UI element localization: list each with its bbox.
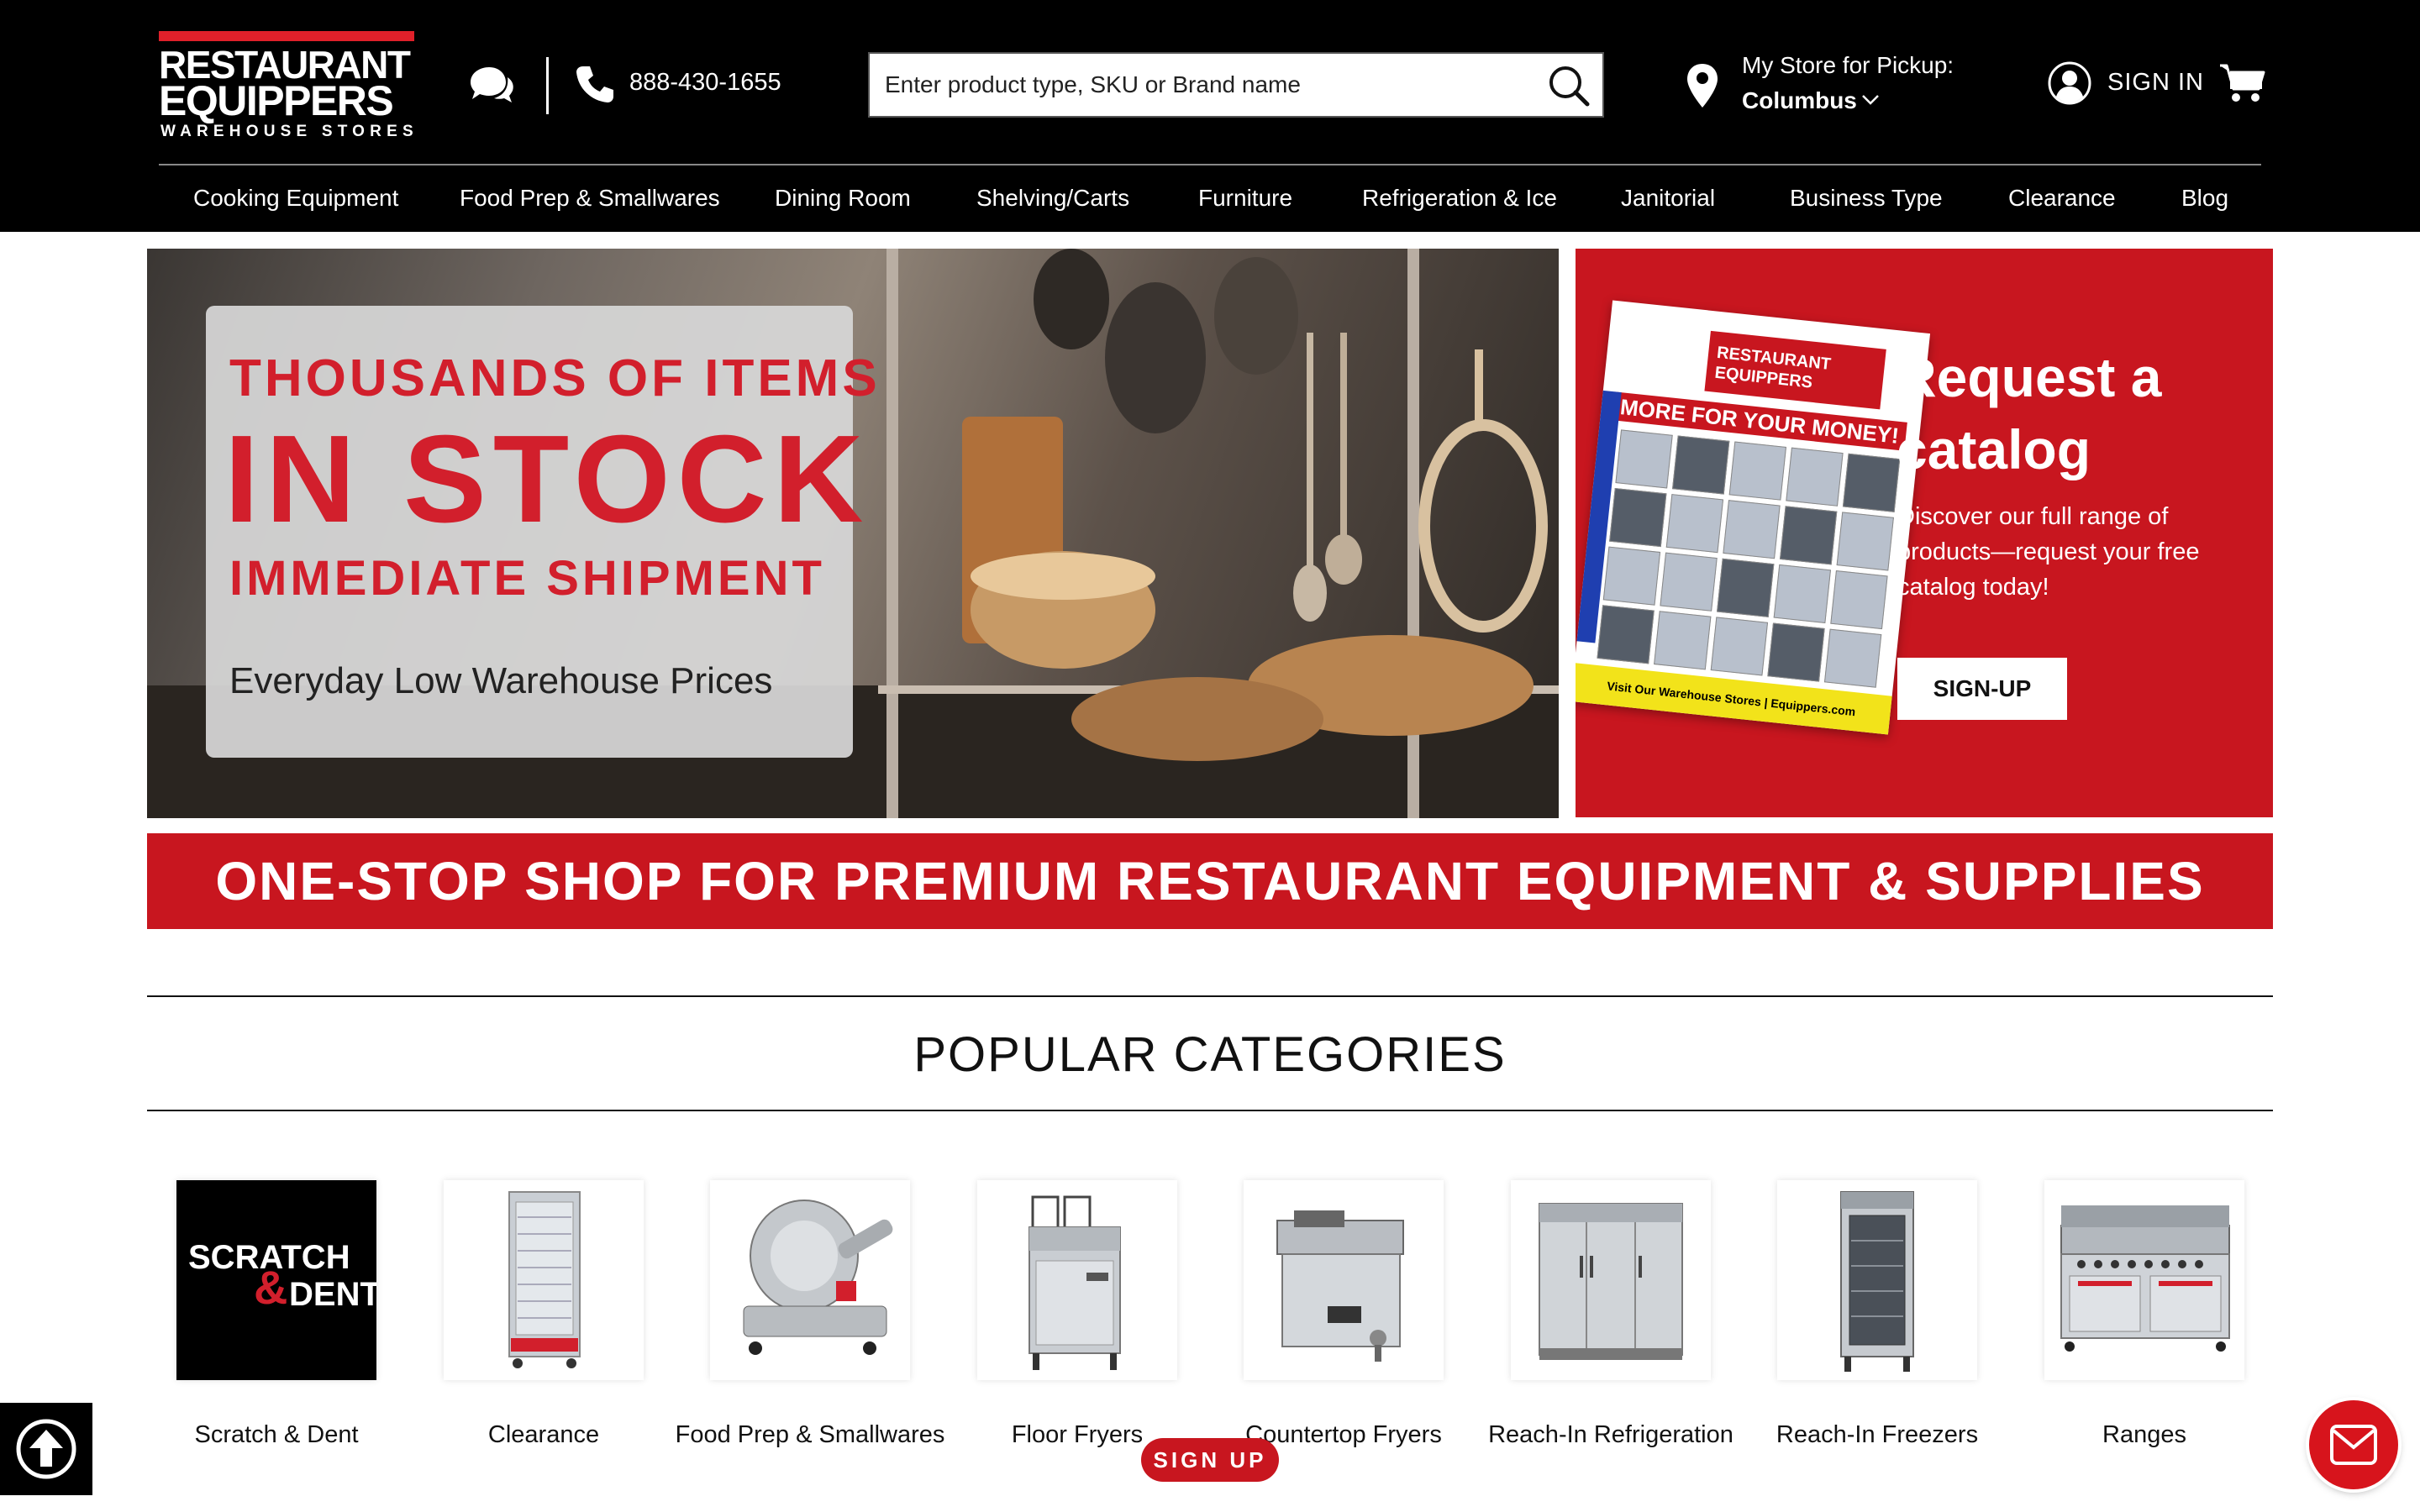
catalog-brand: RESTAURANT EQUIPPERS <box>1704 330 1886 410</box>
meat-slicer-image <box>710 1180 910 1380</box>
nav-shelving-carts[interactable]: Shelving/Carts <box>976 183 1129 213</box>
phone-number[interactable]: 888-430-1655 <box>629 67 781 97</box>
section-rule-bottom <box>147 1110 2273 1111</box>
cart-icon[interactable] <box>2218 62 2265 104</box>
arrow-up-circle-icon <box>16 1419 76 1479</box>
phone-icon[interactable] <box>575 64 615 104</box>
nav-blog[interactable]: Blog <box>2181 183 2228 213</box>
chevron-down-icon[interactable] <box>1861 94 1880 106</box>
logo-red-bar <box>159 31 414 41</box>
hero-headline-2: IN STOCK <box>224 410 871 549</box>
search-input[interactable] <box>885 54 1540 116</box>
nav-janitorial[interactable]: Janitorial <box>1621 183 1715 213</box>
range-image <box>2044 1180 2244 1380</box>
sign-in-link[interactable]: SIGN IN <box>2107 67 2204 97</box>
store-selector[interactable]: Columbus <box>1742 86 1857 116</box>
category-scratch-dent[interactable]: SCRATCH & DENT Scratch & Dent <box>176 1180 376 1499</box>
promo-description: Discover our full range of products—requ… <box>1897 503 2200 601</box>
catalog-promo: RESTAURANT EQUIPPERS MORE FOR YOUR MONEY… <box>1576 249 2273 817</box>
one-stop-banner: ONE-STOP SHOP FOR PREMIUM RESTAURANT EQU… <box>147 833 2273 929</box>
live-chat-button[interactable] <box>2309 1400 2398 1489</box>
nav-refrigeration-ice[interactable]: Refrigeration & Ice <box>1362 183 1557 213</box>
location-pin-icon[interactable] <box>1686 62 1719 109</box>
category-reach-in-refrigeration[interactable]: Reach-In Refrigeration <box>1488 1180 1733 1499</box>
category-clearance[interactable]: Clearance <box>444 1180 644 1499</box>
hero-headline-1: THOUSANDS OF ITEMS <box>229 349 881 407</box>
category-reach-in-freezers[interactable]: Reach-In Freezers <box>1776 1180 1978 1499</box>
category-label: Food Prep & Smallwares <box>675 1421 945 1448</box>
holding-cabinet-image <box>444 1180 644 1380</box>
category-ranges[interactable]: Ranges <box>2044 1180 2244 1499</box>
header-rule <box>159 164 2261 165</box>
category-label: Ranges <box>2102 1421 2186 1448</box>
search-bar <box>868 52 1604 118</box>
nav-business-type[interactable]: Business Type <box>1790 183 1943 213</box>
header-divider <box>546 57 549 114</box>
nav-food-prep-smallwares[interactable]: Food Prep & Smallwares <box>460 183 720 213</box>
floor-fryer-image <box>977 1180 1177 1380</box>
catalog-cover-image: RESTAURANT EQUIPPERS MORE FOR YOUR MONEY… <box>1576 300 1931 735</box>
category-food-prep-smallwares[interactable]: Food Prep & Smallwares <box>676 1180 944 1499</box>
catalog-product-grid <box>1597 429 1901 688</box>
user-account-icon[interactable] <box>2047 60 2092 106</box>
back-to-top-button[interactable] <box>0 1403 92 1495</box>
logo-line3: WAREHOUSE STORES <box>160 123 418 140</box>
category-label: Clearance <box>487 1421 600 1448</box>
nav-cooking-equipment[interactable]: Cooking Equipment <box>193 183 398 213</box>
newsletter-signup-button[interactable]: SIGN UP <box>1141 1438 1279 1482</box>
site-logo[interactable]: RESTAURANT EQUIPPERS WAREHOUSE STORES <box>159 31 416 140</box>
store-pickup-label: My Store for Pickup: <box>1742 52 1954 78</box>
one-stop-text: ONE-STOP SHOP FOR PREMIUM RESTAURANT EQU… <box>215 851 2205 911</box>
popular-categories-title: POPULAR CATEGORIES <box>913 1027 1507 1082</box>
hero-headline-3: IMMEDIATE SHIPMENT <box>229 551 825 606</box>
promo-title: Request a catalog <box>1897 346 2162 480</box>
category-label: Reach-In Refrigeration <box>1488 1421 1733 1448</box>
category-label: Scratch & Dent <box>194 1421 359 1448</box>
nav-clearance[interactable]: Clearance <box>2008 183 2116 213</box>
hero-banner[interactable]: THOUSANDS OF ITEMS IN STOCK IMMEDIATE SH… <box>147 249 1559 818</box>
reach-in-refrigerator-image <box>1511 1180 1711 1380</box>
logo-line2: EQUIPPERS <box>159 77 394 124</box>
hero-text-card: THOUSANDS OF ITEMS IN STOCK IMMEDIATE SH… <box>206 306 877 758</box>
hero-subtitle: Everyday Low Warehouse Prices <box>229 660 773 701</box>
section-rule-top <box>147 995 2273 997</box>
category-label: Reach-In Freezers <box>1776 1421 1979 1448</box>
nav-furniture[interactable]: Furniture <box>1198 183 1292 213</box>
nav-dining-room[interactable]: Dining Room <box>775 183 911 213</box>
site-header: RESTAURANT EQUIPPERS WAREHOUSE STORES 88… <box>0 0 2420 232</box>
countertop-fryer-image <box>1244 1180 1444 1380</box>
scratch-dent-image: SCRATCH & DENT <box>176 1180 376 1380</box>
chat-icon[interactable] <box>467 66 514 104</box>
catalog-signup-button[interactable]: SIGN-UP <box>1897 658 2067 720</box>
envelope-icon <box>2330 1425 2377 1465</box>
main-nav: Cooking Equipment Food Prep & Smallwares… <box>159 168 2261 228</box>
search-icon[interactable] <box>1545 62 1592 109</box>
reach-in-freezer-image <box>1777 1180 1977 1380</box>
